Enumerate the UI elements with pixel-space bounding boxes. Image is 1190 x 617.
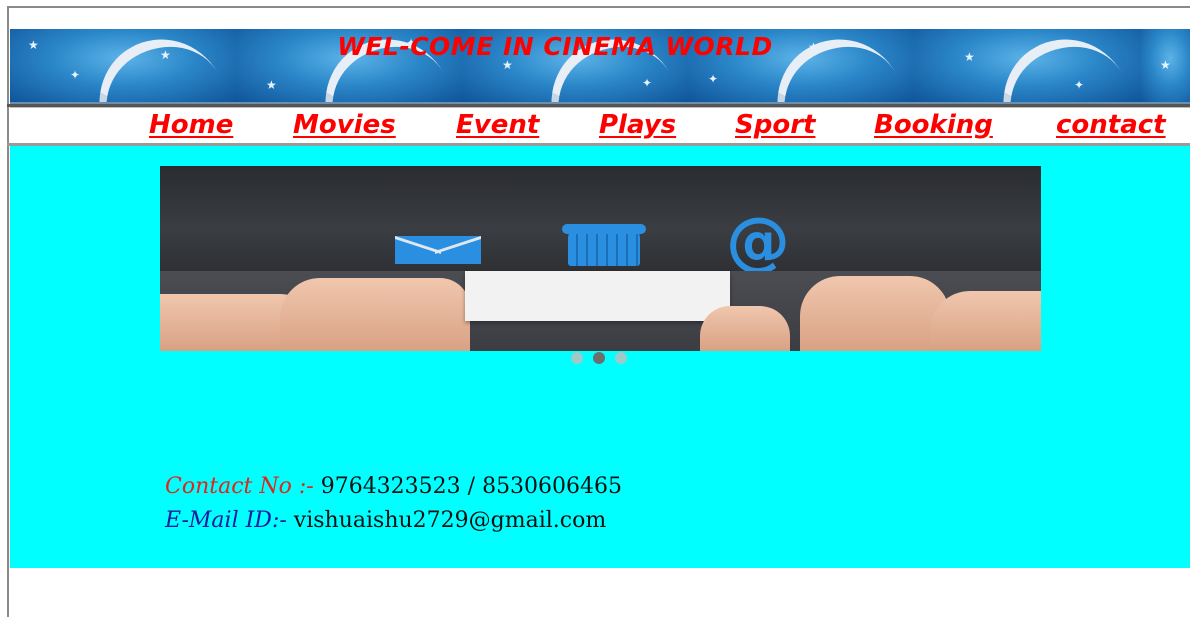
hand-image: [280, 278, 470, 351]
star-icon: ✦: [1074, 78, 1085, 92]
header-banner: ★ ✦ ★ ★ ✦ ★ ✦ ✦ ★ ★ ✦ ★ WEL-COME IN CINE…: [10, 29, 1190, 104]
nav-link-plays[interactable]: Plays: [599, 110, 676, 140]
contact-email-label: E-Mail ID:-: [165, 508, 287, 533]
nav-link-home[interactable]: Home: [149, 110, 233, 140]
page-frame-top: [7, 6, 1190, 8]
nav-link-booking[interactable]: Booking: [874, 110, 993, 140]
hand-image: [700, 306, 790, 351]
nav-link-contact[interactable]: contact: [1056, 110, 1166, 140]
contact-phone: Contact No :- 9764323523 / 8530606465: [165, 474, 622, 499]
contact-phone-label: Contact No :-: [165, 474, 314, 499]
blank-card-image: [465, 271, 730, 321]
nav-divider-inner: [10, 107, 1190, 108]
star-icon: ✦: [642, 76, 653, 90]
star-icon: ★: [266, 78, 277, 92]
star-icon: ✦: [708, 72, 719, 86]
star-icon: ✦: [70, 68, 81, 82]
contact-panel: @ Contact No :- 9764323523 / 8530606465 …: [10, 146, 1190, 568]
telephone-icon: [562, 224, 646, 266]
mail-icon: [395, 236, 481, 264]
contact-email-value: vishuaishu2729@gmail.com: [286, 508, 607, 533]
site-title: WEL-COME IN CINEMA WORLD: [337, 32, 773, 61]
slider-dot-3[interactable]: [615, 352, 627, 364]
image-slider[interactable]: @: [160, 166, 1041, 351]
contact-phone-value: 9764323523 / 8530606465: [313, 474, 623, 499]
nav-link-sport[interactable]: Sport: [735, 110, 815, 140]
page-frame-left: [7, 6, 9, 617]
slider-dot-1[interactable]: [571, 352, 583, 364]
contact-email: E-Mail ID:- vishuaishu2729@gmail.com: [165, 508, 606, 533]
slider-dot-2[interactable]: [593, 352, 605, 364]
nav-link-movies[interactable]: Movies: [293, 110, 396, 140]
hand-image: [800, 276, 950, 351]
hand-image: [930, 291, 1041, 351]
nav-link-event[interactable]: Event: [456, 110, 539, 140]
at-sign-icon: @: [726, 205, 790, 279]
